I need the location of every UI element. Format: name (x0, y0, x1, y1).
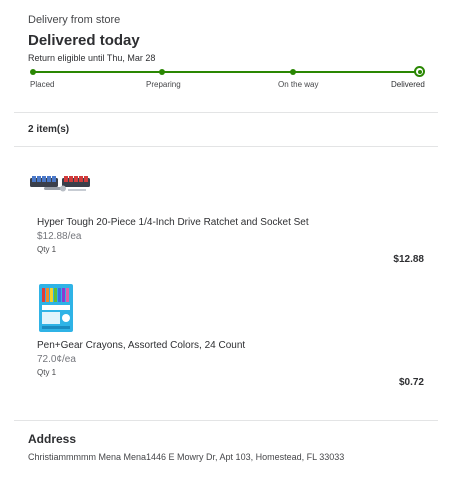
step-dot-placed (30, 69, 36, 75)
step-dot-delivered (414, 66, 425, 77)
delivery-status-title: Delivered today (28, 32, 140, 49)
product-total-price: $0.72 (398, 377, 424, 388)
product-quantity: Qty 1 (37, 245, 57, 254)
socket-set-image[interactable] (30, 170, 92, 196)
return-eligibility-note: Return eligible until Thu, Mar 28 (28, 53, 156, 63)
items-count: 2 item(s) (28, 124, 70, 135)
delivery-mode-label: Delivery from store (28, 14, 121, 26)
product-total-price: $12.88 (393, 254, 424, 265)
product-name[interactable]: Hyper Tough 20-Piece 1/4-Inch Drive Ratc… (37, 217, 309, 228)
divider (14, 146, 438, 147)
step-label-on-the-way: On the way (278, 80, 319, 89)
product-name[interactable]: Pen+Gear Crayons, Assorted Colors, 24 Co… (37, 340, 245, 351)
product-unit-price: $12.88/ea (37, 231, 82, 242)
step-dot-preparing (159, 69, 165, 75)
step-label-preparing: Preparing (146, 80, 181, 89)
crayons-box-image[interactable] (38, 283, 74, 333)
step-label-delivered: Delivered (391, 80, 425, 89)
step-dot-on-the-way (290, 69, 296, 75)
delivery-header: Delivery from store Delivered today Retu… (28, 14, 438, 63)
address-text: Christiammmmm Mena Mena1446 E Mowry Dr, … (28, 452, 345, 462)
step-label-placed: Placed (30, 80, 55, 89)
progress-line (32, 71, 415, 73)
product-unit-price: 72.0¢/ea (37, 354, 76, 365)
address-heading: Address (28, 432, 77, 446)
divider (14, 112, 438, 113)
product-quantity: Qty 1 (37, 368, 57, 377)
delivery-progress-tracker (30, 66, 425, 77)
divider (14, 420, 438, 421)
